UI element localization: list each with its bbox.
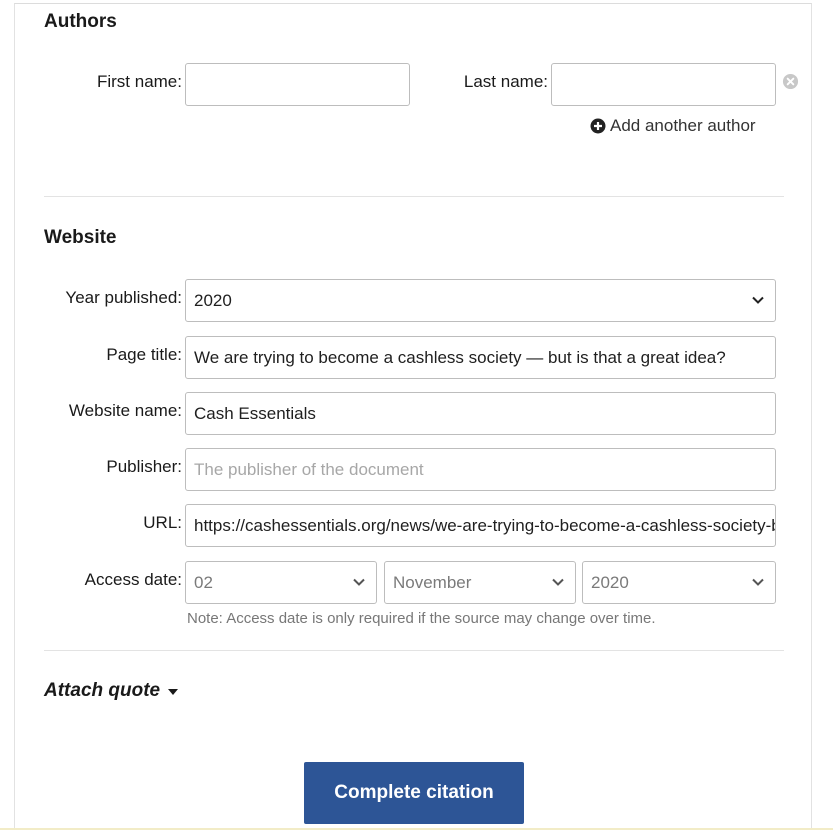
page-title-label: Page title:	[106, 345, 182, 364]
access-year-value: 2020	[591, 573, 629, 592]
access-day-value: 02	[194, 573, 213, 592]
chevron-down-icon	[552, 578, 564, 586]
last-name-label: Last name:	[463, 72, 548, 91]
url-input[interactable]: https://cashessentials.org/news/we-are-t…	[185, 504, 776, 547]
access-month-select[interactable]: November	[384, 561, 576, 604]
close-circle-icon[interactable]	[782, 73, 799, 90]
attach-quote-label: Attach quote	[44, 680, 161, 701]
section-divider	[44, 196, 784, 197]
complete-citation-button[interactable]: Complete citation	[304, 762, 524, 824]
publisher-label: Publisher:	[106, 457, 182, 476]
chevron-down-icon	[752, 578, 764, 586]
attach-quote-toggle[interactable]: Attach quote	[44, 680, 179, 702]
authors-heading: Authors	[44, 11, 117, 32]
last-name-input[interactable]	[551, 63, 776, 106]
chevron-down-icon	[353, 578, 365, 586]
add-author-label: Add another author	[610, 116, 756, 135]
url-label: URL:	[143, 513, 182, 532]
access-date-note: Note: Access date is only required if th…	[187, 610, 656, 627]
page-title-input[interactable]: We are trying to become a cashless socie…	[185, 336, 776, 379]
access-year-select[interactable]: 2020	[582, 561, 776, 604]
access-day-select[interactable]: 02	[185, 561, 377, 604]
first-name-input[interactable]	[185, 63, 410, 106]
website-name-input[interactable]: Cash Essentials	[185, 392, 776, 435]
section-divider	[44, 650, 784, 651]
year-published-select[interactable]: 2020	[185, 279, 776, 322]
caret-down-icon	[168, 689, 179, 695]
add-author-button[interactable]: Add another author	[590, 116, 756, 136]
year-published-label: Year published:	[65, 288, 182, 307]
access-month-value: November	[393, 573, 472, 592]
publisher-input[interactable]: The publisher of the document	[185, 448, 776, 491]
website-name-label: Website name:	[68, 401, 182, 420]
chevron-down-icon	[752, 296, 764, 304]
first-name-label: First name:	[96, 72, 182, 91]
access-date-label: Access date:	[84, 570, 182, 589]
website-heading: Website	[44, 227, 117, 248]
year-published-value: 2020	[194, 291, 232, 310]
plus-circle-icon	[590, 118, 606, 134]
